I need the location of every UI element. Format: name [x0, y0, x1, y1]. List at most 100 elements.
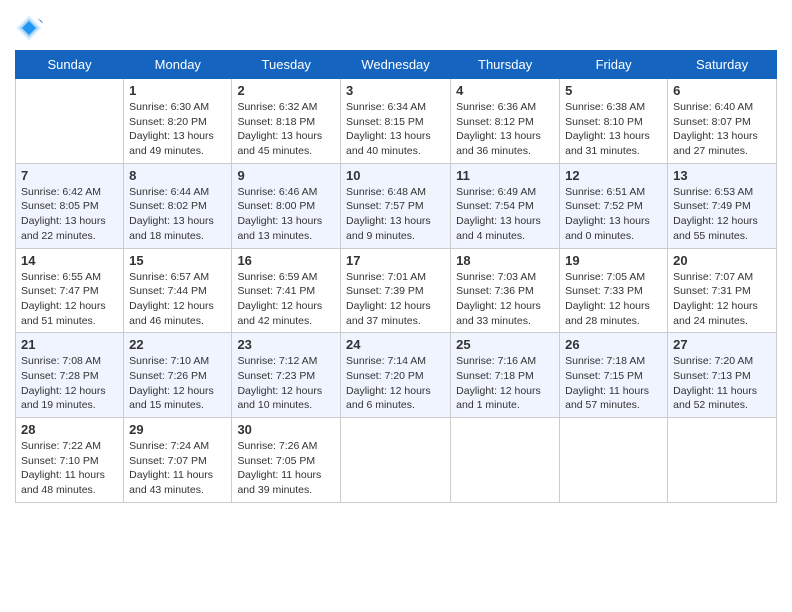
calendar-cell: [451, 418, 560, 503]
weekday-header-sunday: Sunday: [16, 51, 124, 79]
day-number: 25: [456, 337, 554, 352]
day-info: Sunrise: 7:20 AMSunset: 7:13 PMDaylight:…: [673, 354, 771, 413]
day-number: 3: [346, 83, 445, 98]
day-number: 28: [21, 422, 118, 437]
calendar-week-4: 21 Sunrise: 7:08 AMSunset: 7:28 PMDayligh…: [16, 333, 777, 418]
calendar-week-1: 1Sunrise: 6:30 AMSunset: 8:20 PMDaylight…: [16, 79, 777, 164]
day-number: 7: [21, 168, 118, 183]
calendar-cell: 19Sunrise: 7:05 AMSunset: 7:33 PMDayligh…: [560, 248, 668, 333]
day-number: 21: [21, 337, 118, 352]
header: [15, 10, 777, 42]
calendar-cell: [341, 418, 451, 503]
day-info: Sunrise: 6:53 AMSunset: 7:49 PMDaylight:…: [673, 185, 771, 244]
day-info: Sunrise: 6:51 AMSunset: 7:52 PMDaylight:…: [565, 185, 662, 244]
weekday-header-tuesday: Tuesday: [232, 51, 341, 79]
day-info: Sunrise: 6:34 AMSunset: 8:15 PMDaylight:…: [346, 100, 445, 159]
calendar-cell: 11 Sunrise: 6:49 AMSunset: 7:54 PMDayligh…: [451, 163, 560, 248]
day-info: Sunrise: 6:49 AMSunset: 7:54 PMDaylight:…: [456, 185, 554, 244]
day-info: Sunrise: 6:59 AMSunset: 7:41 PMDaylight:…: [237, 270, 335, 329]
day-info: Sunrise: 7:24 AMSunset: 7:07 PMDaylight:…: [129, 439, 226, 498]
calendar-cell: [560, 418, 668, 503]
weekday-header-saturday: Saturday: [668, 51, 777, 79]
calendar-cell: 2 Sunrise: 6:32 AMSunset: 8:18 PMDaylight…: [232, 79, 341, 164]
calendar-cell: 24 Sunrise: 7:14 AMSunset: 7:20 PMDayligh…: [341, 333, 451, 418]
day-info: Sunrise: 6:32 AMSunset: 8:18 PMDaylight:…: [237, 100, 335, 159]
calendar-cell: 30 Sunrise: 7:26 AMSunset: 7:05 PMDayligh…: [232, 418, 341, 503]
calendar-cell: 4 Sunrise: 6:36 AMSunset: 8:12 PMDaylight…: [451, 79, 560, 164]
day-number: 30: [237, 422, 335, 437]
day-number: 1: [129, 83, 226, 98]
day-info: Sunrise: 6:57 AMSunset: 7:44 PMDaylight:…: [129, 270, 226, 329]
day-number: 19: [565, 253, 662, 268]
day-number: 4: [456, 83, 554, 98]
weekday-header-row: SundayMondayTuesdayWednesdayThursdayFrid…: [16, 51, 777, 79]
calendar-week-2: 7 Sunrise: 6:42 AMSunset: 8:05 PMDaylight…: [16, 163, 777, 248]
day-number: 26: [565, 337, 662, 352]
day-info: Sunrise: 6:55 AMSunset: 7:47 PMDaylight:…: [21, 270, 118, 329]
day-info: Sunrise: 6:38 AMSunset: 8:10 PMDaylight:…: [565, 100, 662, 159]
calendar-cell: 9 Sunrise: 6:46 AMSunset: 8:00 PMDaylight…: [232, 163, 341, 248]
day-info: Sunrise: 7:07 AMSunset: 7:31 PMDaylight:…: [673, 270, 771, 329]
day-info: Sunrise: 7:08 AMSunset: 7:28 PMDaylight:…: [21, 354, 118, 413]
page: SundayMondayTuesdayWednesdayThursdayFrid…: [0, 0, 792, 612]
calendar-cell: 3 Sunrise: 6:34 AMSunset: 8:15 PMDaylight…: [341, 79, 451, 164]
day-number: 29: [129, 422, 226, 437]
day-info: Sunrise: 6:48 AMSunset: 7:57 PMDaylight:…: [346, 185, 445, 244]
day-number: 2: [237, 83, 335, 98]
calendar-cell: 23Sunrise: 7:12 AMSunset: 7:23 PMDayligh…: [232, 333, 341, 418]
calendar-table: SundayMondayTuesdayWednesdayThursdayFrid…: [15, 50, 777, 503]
day-number: 15: [129, 253, 226, 268]
day-number: 12: [565, 168, 662, 183]
day-info: Sunrise: 7:22 AMSunset: 7:10 PMDaylight:…: [21, 439, 118, 498]
calendar-cell: 27 Sunrise: 7:20 AMSunset: 7:13 PMDayligh…: [668, 333, 777, 418]
day-info: Sunrise: 6:46 AMSunset: 8:00 PMDaylight:…: [237, 185, 335, 244]
day-info: Sunrise: 7:12 AMSunset: 7:23 PMDaylight:…: [237, 354, 335, 413]
calendar-cell: 1Sunrise: 6:30 AMSunset: 8:20 PMDaylight…: [124, 79, 232, 164]
day-number: 27: [673, 337, 771, 352]
weekday-header-monday: Monday: [124, 51, 232, 79]
day-info: Sunrise: 7:01 AMSunset: 7:39 PMDaylight:…: [346, 270, 445, 329]
calendar-cell: 15 Sunrise: 6:57 AMSunset: 7:44 PMDayligh…: [124, 248, 232, 333]
day-number: 18: [456, 253, 554, 268]
weekday-header-friday: Friday: [560, 51, 668, 79]
day-info: Sunrise: 7:26 AMSunset: 7:05 PMDaylight:…: [237, 439, 335, 498]
calendar-cell: 20 Sunrise: 7:07 AMSunset: 7:31 PMDayligh…: [668, 248, 777, 333]
calendar-cell: 12 Sunrise: 6:51 AMSunset: 7:52 PMDayligh…: [560, 163, 668, 248]
calendar-cell: 22Sunrise: 7:10 AMSunset: 7:26 PMDayligh…: [124, 333, 232, 418]
calendar-cell: 8 Sunrise: 6:44 AMSunset: 8:02 PMDaylight…: [124, 163, 232, 248]
day-info: Sunrise: 6:42 AMSunset: 8:05 PMDaylight:…: [21, 185, 118, 244]
day-number: 8: [129, 168, 226, 183]
day-number: 24: [346, 337, 445, 352]
calendar-cell: 21 Sunrise: 7:08 AMSunset: 7:28 PMDayligh…: [16, 333, 124, 418]
calendar-cell: [668, 418, 777, 503]
calendar-cell: 6Sunrise: 6:40 AMSunset: 8:07 PMDaylight…: [668, 79, 777, 164]
day-number: 14: [21, 253, 118, 268]
day-info: Sunrise: 6:36 AMSunset: 8:12 PMDaylight:…: [456, 100, 554, 159]
day-number: 11: [456, 168, 554, 183]
calendar-body: 1Sunrise: 6:30 AMSunset: 8:20 PMDaylight…: [16, 79, 777, 503]
calendar-header: SundayMondayTuesdayWednesdayThursdayFrid…: [16, 51, 777, 79]
day-info: Sunrise: 6:40 AMSunset: 8:07 PMDaylight:…: [673, 100, 771, 159]
day-number: 20: [673, 253, 771, 268]
day-number: 10: [346, 168, 445, 183]
weekday-header-thursday: Thursday: [451, 51, 560, 79]
calendar-week-5: 28 Sunrise: 7:22 AMSunset: 7:10 PMDayligh…: [16, 418, 777, 503]
calendar-cell: 10 Sunrise: 6:48 AMSunset: 7:57 PMDayligh…: [341, 163, 451, 248]
day-info: Sunrise: 7:18 AMSunset: 7:15 PMDaylight:…: [565, 354, 662, 413]
day-number: 22: [129, 337, 226, 352]
calendar-cell: 25Sunrise: 7:16 AMSunset: 7:18 PMDayligh…: [451, 333, 560, 418]
day-info: Sunrise: 7:14 AMSunset: 7:20 PMDaylight:…: [346, 354, 445, 413]
calendar-cell: 17Sunrise: 7:01 AMSunset: 7:39 PMDayligh…: [341, 248, 451, 333]
calendar-cell: 28 Sunrise: 7:22 AMSunset: 7:10 PMDayligh…: [16, 418, 124, 503]
day-info: Sunrise: 6:44 AMSunset: 8:02 PMDaylight:…: [129, 185, 226, 244]
calendar-cell: 18 Sunrise: 7:03 AMSunset: 7:36 PMDayligh…: [451, 248, 560, 333]
calendar-cell: 5Sunrise: 6:38 AMSunset: 8:10 PMDaylight…: [560, 79, 668, 164]
day-info: Sunrise: 7:03 AMSunset: 7:36 PMDaylight:…: [456, 270, 554, 329]
day-number: 9: [237, 168, 335, 183]
calendar-cell: 16 Sunrise: 6:59 AMSunset: 7:41 PMDayligh…: [232, 248, 341, 333]
calendar-cell: 13Sunrise: 6:53 AMSunset: 7:49 PMDayligh…: [668, 163, 777, 248]
logo-icon: [15, 14, 43, 42]
calendar-cell: 29 Sunrise: 7:24 AMSunset: 7:07 PMDayligh…: [124, 418, 232, 503]
calendar-cell: 7 Sunrise: 6:42 AMSunset: 8:05 PMDaylight…: [16, 163, 124, 248]
day-number: 16: [237, 253, 335, 268]
